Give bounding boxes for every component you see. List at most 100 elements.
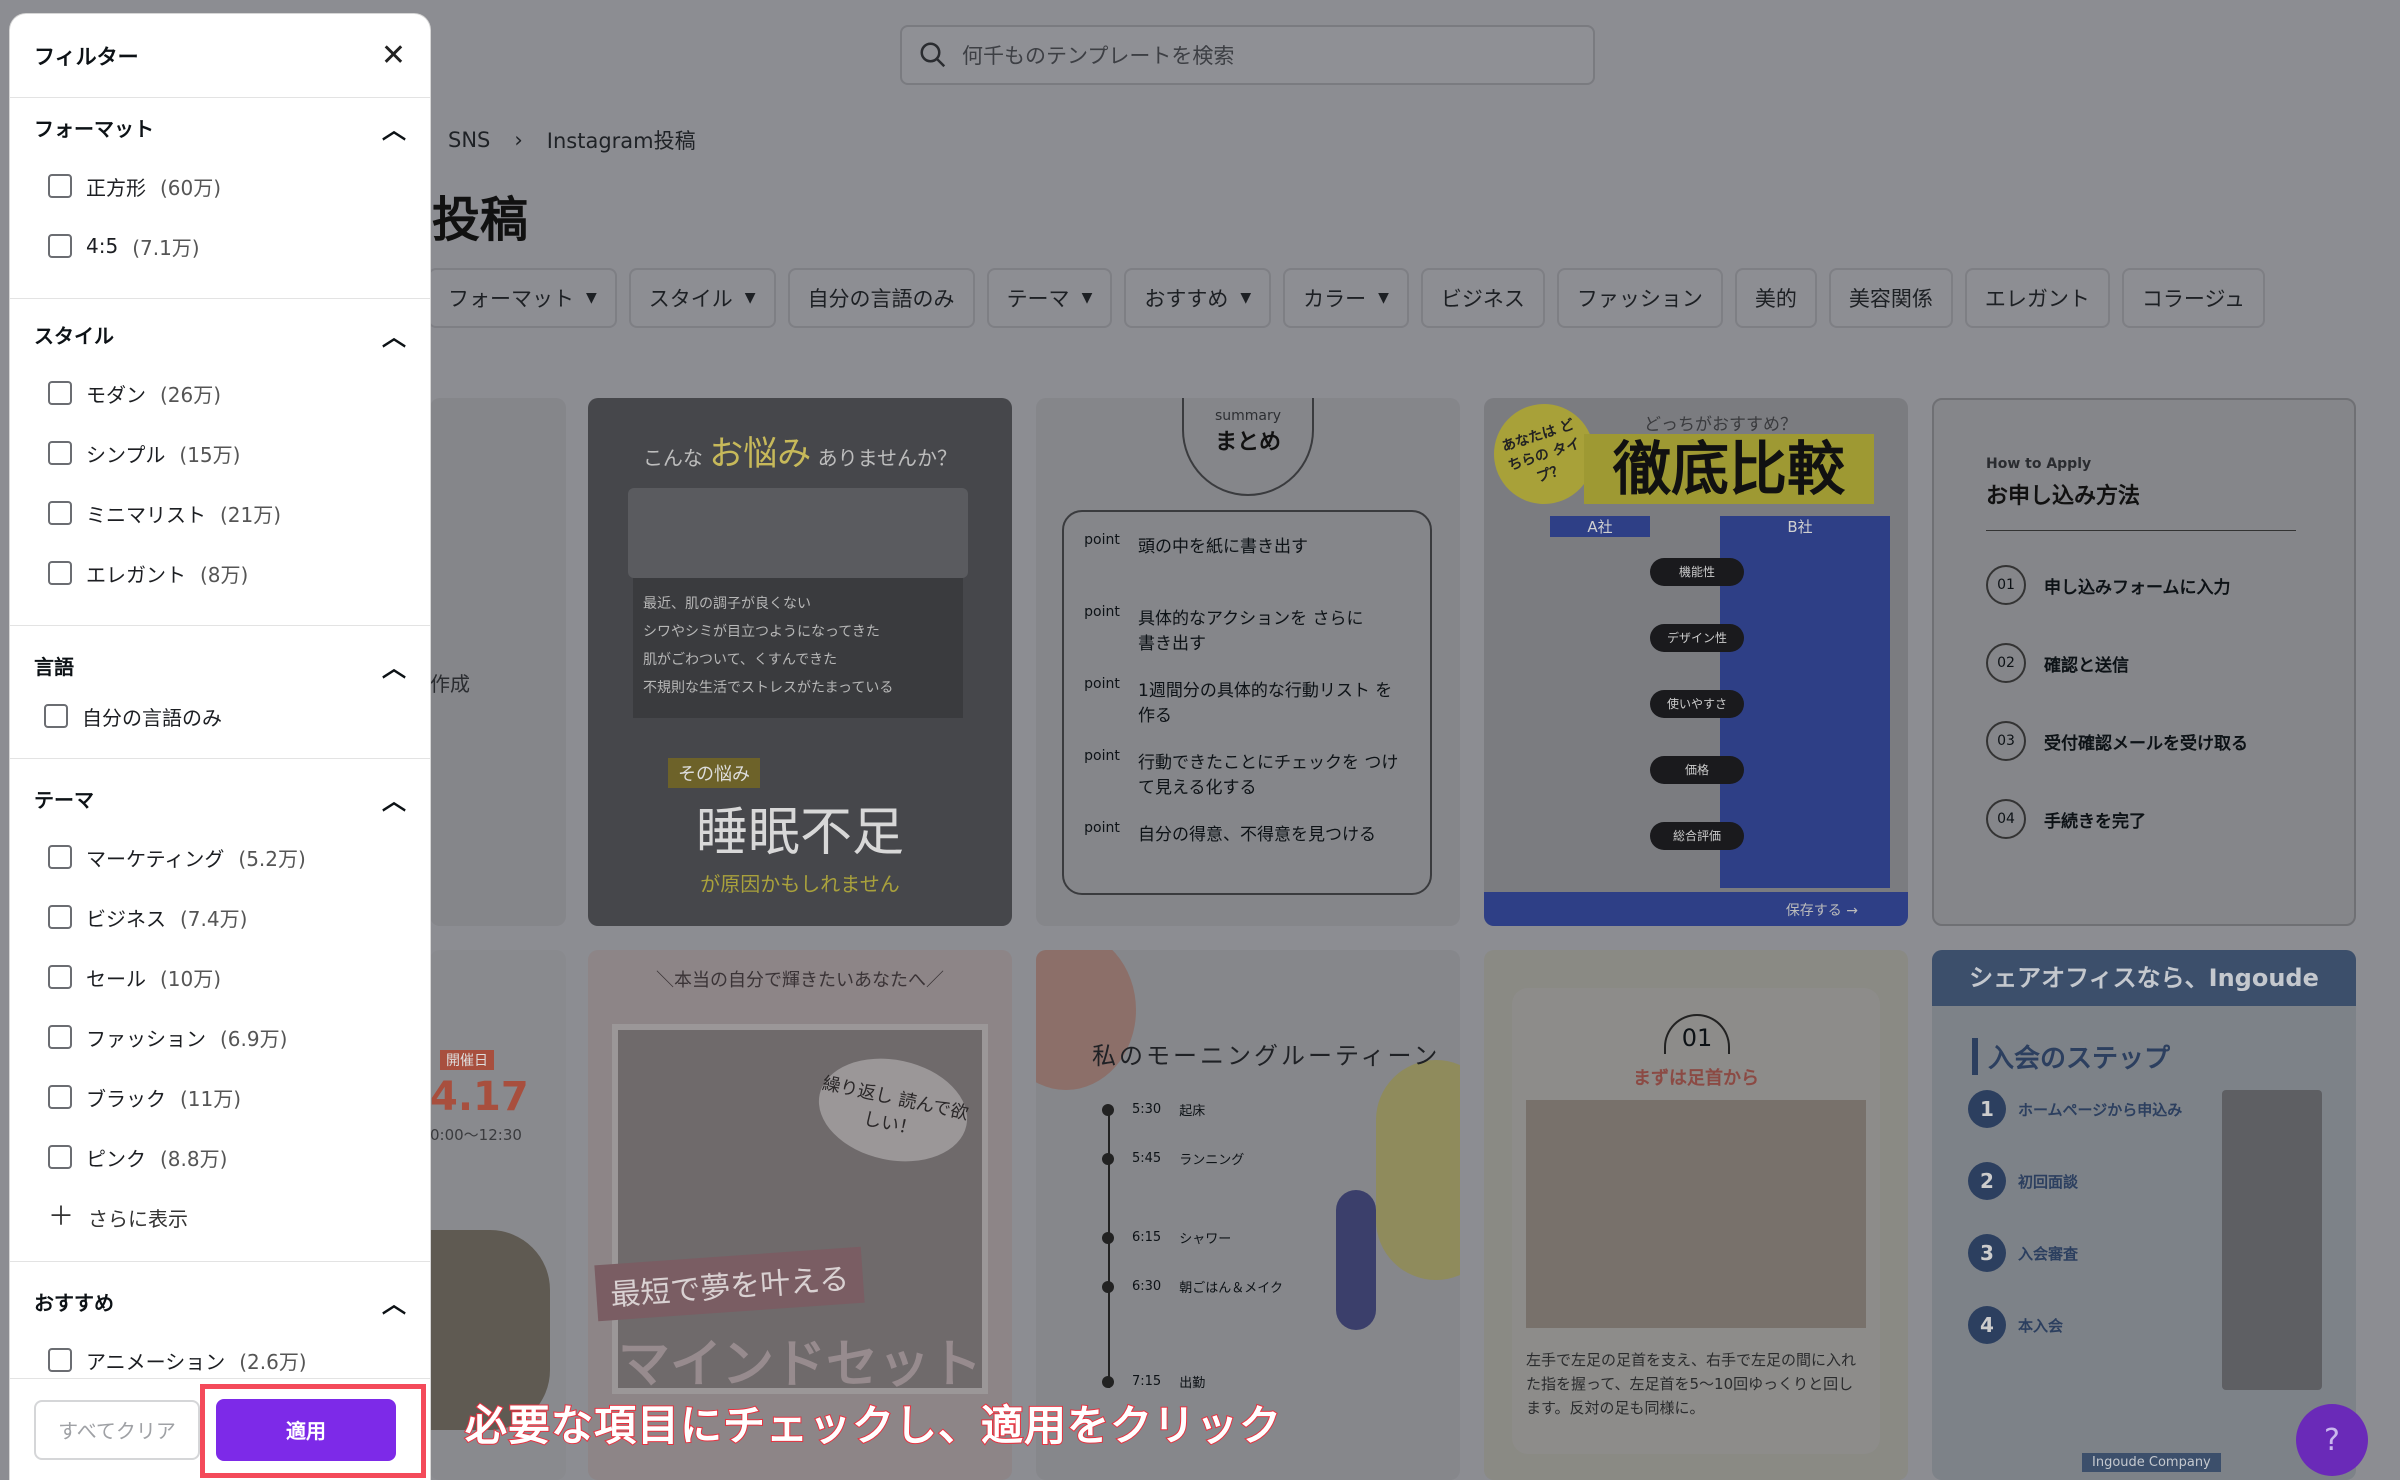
card-partial-text: 作成 <box>430 672 470 696</box>
option-marketing[interactable]: マーケティング (5.2万) <box>34 827 406 887</box>
option-simple[interactable]: シンプル (15万) <box>34 423 406 483</box>
routine-time: 6:15 <box>1132 1230 1162 1245</box>
option-pink[interactable]: ピンク (8.8万) <box>34 1127 406 1187</box>
step-title: 初回面談 <box>2018 1172 2079 1191</box>
checkbox[interactable] <box>48 1145 72 1169</box>
office-step: 3 入会審査 <box>1968 1234 2182 1272</box>
card-sub-text: が原因かもしれません <box>700 872 900 896</box>
search-placeholder: 何千ものテンプレートを検索 <box>962 44 1235 68</box>
checkbox[interactable] <box>48 1025 72 1049</box>
chevron-up-icon: ︿ <box>382 115 406 144</box>
checkbox[interactable] <box>48 234 72 258</box>
chip-aesthetic[interactable]: 美的 <box>1734 268 1817 328</box>
card-title: 入会のステップ <box>1972 1038 2170 1075</box>
option-fashion[interactable]: ファッション (6.9万) <box>34 1007 406 1067</box>
chevron-down-icon: ▼ <box>1081 290 1093 306</box>
checkbox[interactable] <box>48 441 72 465</box>
option-square[interactable]: 正方形 (60万) <box>34 156 406 216</box>
template-card-summary[interactable]: summary まとめ point 頭の中を紙に書き出す point 具体的なアクシ… <box>1036 398 1460 926</box>
card-title: 徹底比較 <box>1584 434 1874 504</box>
option-label: モダン <box>86 382 146 407</box>
option-elegant[interactable]: エレガント (8万) <box>34 543 406 603</box>
checkbox[interactable] <box>48 845 72 869</box>
checkbox[interactable] <box>48 561 72 585</box>
option-label: ミニマリスト <box>86 502 206 527</box>
option-count: (7.4万) <box>180 906 248 931</box>
close-icon[interactable]: ✕ <box>381 40 406 71</box>
search-bar[interactable]: 何千ものテンプレートを検索 <box>900 25 1595 85</box>
section-header[interactable]: フォーマット ︿ <box>34 98 406 156</box>
option-sale[interactable]: セール (10万) <box>34 947 406 1007</box>
section-title: テーマ <box>34 787 94 812</box>
chip-elegant[interactable]: エレガント <box>1964 268 2110 328</box>
chip-collage[interactable]: コラージュ <box>2121 268 2266 328</box>
breadcrumb-sns[interactable]: SNS <box>448 128 490 152</box>
card-text: ありませんか？ <box>817 446 958 470</box>
chip-color[interactable]: カラー ▼ <box>1283 268 1409 328</box>
section-header[interactable]: 言語 ︿ <box>34 636 406 694</box>
template-card-partial[interactable]: 作成 <box>430 398 566 926</box>
chevron-down-icon: ▼ <box>1240 290 1252 306</box>
section-format: フォーマット ︿ 正方形 (60万) 4:5 (7.1万) <box>10 98 430 276</box>
section-header[interactable]: スタイル ︿ <box>34 305 406 363</box>
routine-activity: 朝ごはん＆メイク <box>1179 1281 1283 1296</box>
clear-all-button[interactable]: すべてクリア <box>34 1399 200 1460</box>
option-own-language[interactable]: 自分の言語のみ <box>34 694 406 738</box>
option-black[interactable]: ブラック (11万) <box>34 1067 406 1127</box>
show-more-button[interactable]: ＋ さらに表示 <box>34 1187 406 1247</box>
chip-theme[interactable]: テーマ ▼ <box>986 268 1113 328</box>
checkbox[interactable] <box>48 501 72 525</box>
point-row: point 具体的なアクションを さらに書き出す <box>1078 604 1416 676</box>
option-count: (2.6万) <box>239 1349 307 1374</box>
chip-recommended[interactable]: おすすめ ▼ <box>1124 268 1272 328</box>
check-item: シワやシミが目立つようになってきた <box>643 624 880 640</box>
template-card-compare[interactable]: あなたは どちらの タイプ？ どっちがおすすめ？ 徹底比較 A社 B社 機能性 … <box>1484 398 1908 926</box>
step-title: 確認と送信 <box>2044 655 2129 676</box>
chip-beauty[interactable]: 美容関係 <box>1828 268 1953 328</box>
step-title: 受付確認メールを受け取る <box>2044 733 2248 754</box>
chip-own-language[interactable]: 自分の言語のみ <box>787 268 975 328</box>
option-count: (15万) <box>179 442 241 467</box>
card-text: こんな <box>642 446 703 470</box>
option-minimalist[interactable]: ミニマリスト (21万) <box>34 483 406 543</box>
checkbox[interactable] <box>48 1085 72 1109</box>
runner-illustration <box>1336 1190 1376 1330</box>
option-business[interactable]: ビジネス (7.4万) <box>34 887 406 947</box>
chip-fashion[interactable]: ファッション <box>1556 268 1723 328</box>
option-4-5[interactable]: 4:5 (7.1万) <box>34 216 406 276</box>
checkbox[interactable] <box>48 1348 72 1372</box>
step-number: 4 <box>1968 1306 2006 1344</box>
checkbox[interactable] <box>48 174 72 198</box>
chip-style[interactable]: スタイル ▼ <box>628 268 776 328</box>
option-modern[interactable]: モダン (26万) <box>34 363 406 423</box>
section-header[interactable]: テーマ ︿ <box>34 769 406 827</box>
point-text: 自分の得意、不得意を見つける <box>1138 825 1376 845</box>
chip-format[interactable]: フォーマット ▼ <box>428 268 617 328</box>
breadcrumb-instagram[interactable]: Instagram投稿 <box>547 125 696 155</box>
point-text: 具体的なアクションを さらに書き出す <box>1138 609 1364 654</box>
checkbox[interactable] <box>48 381 72 405</box>
template-card-sleep[interactable]: こんな お悩み ありませんか？ 最近、肌の調子が良くない シワやシミが目立つよう… <box>588 398 1012 926</box>
template-card-office[interactable]: シェアオフィスなら、Ingoude 入会のステップ 1 ホームページから申込み 2… <box>1932 950 2356 1480</box>
option-label: 正方形 <box>86 175 146 200</box>
section-language: 言語 ︿ 自分の言語のみ <box>10 626 430 738</box>
point-label: point <box>1084 532 1120 548</box>
template-card-stretch[interactable]: 01 まずは足首から 左手で左足の足首を支え、右手で左足の間に入れた指を握って、… <box>1484 950 1908 1480</box>
card-label-b: B社 <box>1787 518 1813 536</box>
card-checklist: 最近、肌の調子が良くない シワやシミが目立つようになってきた 肌がごわついて、く… <box>633 578 963 718</box>
filter-panel: フィルター ✕ フォーマット ︿ 正方形 (60万) 4:5 (7.1万) スタイル ︿… <box>10 14 430 1480</box>
chip-label: フォーマット <box>448 287 574 311</box>
checkbox[interactable] <box>44 704 68 728</box>
routine-time: 6:30 <box>1132 1279 1162 1294</box>
office-steps: 1 ホームページから申込み 2 初回面談 3 入会審査 4 本入会 <box>1968 1090 2182 1344</box>
step-title: ホームページから申込み <box>2018 1100 2183 1119</box>
filter-chips: フォーマット ▼ スタイル ▼ 自分の言語のみ テーマ ▼ おすすめ ▼ カラー ▼ ビジ… <box>428 268 2266 328</box>
checkbox[interactable] <box>48 905 72 929</box>
chip-business[interactable]: ビジネス <box>1420 268 1545 328</box>
template-card-apply[interactable]: How to Apply お申し込み方法 01 申し込みフォームに入力 02 確認と… <box>1932 398 2356 926</box>
checkbox[interactable] <box>48 965 72 989</box>
option-label: セール <box>86 966 146 991</box>
help-button[interactable]: ? <box>2296 1404 2368 1476</box>
chip-label: カラー <box>1303 287 1367 311</box>
section-header[interactable]: おすすめ ︿ <box>34 1272 406 1330</box>
